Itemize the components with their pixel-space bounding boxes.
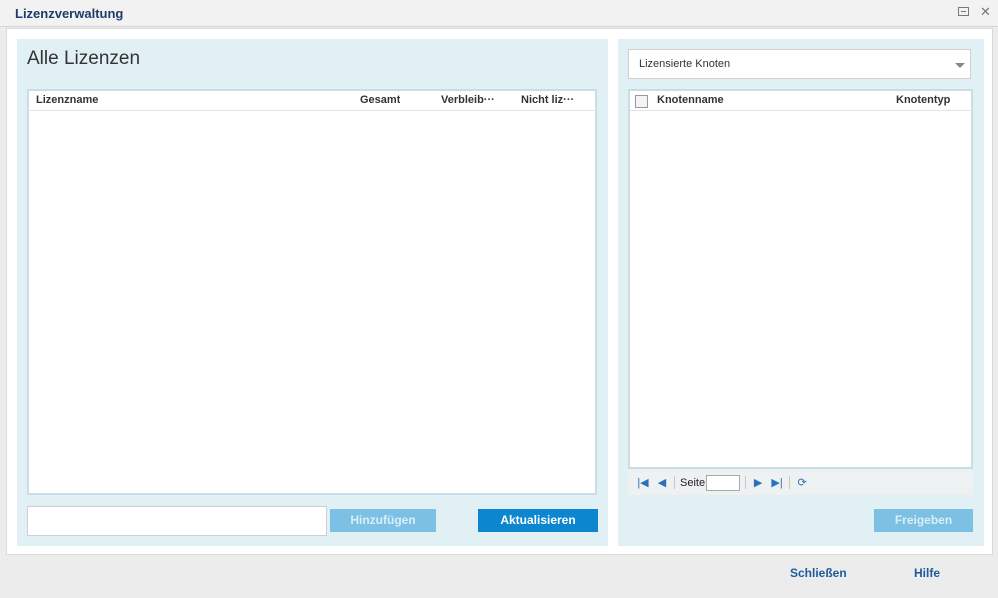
window-controls: ✕ (958, 5, 992, 18)
table-header: Lizenzname Gesamt Verbleib··· Nicht liz·… (29, 91, 595, 111)
column-header-node-type[interactable]: Knotentyp (896, 94, 950, 106)
nodes-table[interactable]: Knotenname Knotentyp (628, 89, 973, 469)
licensed-nodes-panel: Lizensierte Knoten Knotenname Knotentyp … (618, 39, 984, 546)
select-value: Lizensierte Knoten (639, 58, 731, 70)
node-filter-select[interactable]: Lizensierte Knoten (628, 49, 971, 79)
licenses-table[interactable]: Lizenzname Gesamt Verbleib··· Nicht liz·… (27, 89, 597, 495)
pagination-toolbar: |◀ ◀ Seite ▶ ▶| ⟳ (628, 470, 973, 495)
page-label: Seite (680, 476, 706, 489)
divider (674, 476, 675, 489)
dialog-title: Lizenzverwaltung (15, 6, 124, 21)
restore-button[interactable] (958, 5, 971, 18)
column-header-total[interactable]: Gesamt (360, 94, 400, 106)
all-licenses-panel: Alle Lizenzen Lizenzname Gesamt Verbleib… (17, 39, 608, 546)
divider (789, 476, 791, 489)
add-button[interactable]: Hinzufügen (330, 509, 436, 532)
first-page-icon[interactable]: |◀ (636, 476, 650, 489)
column-header-license-name[interactable]: Lizenzname (36, 94, 98, 106)
refresh-icon[interactable]: ⟳ (795, 476, 809, 489)
release-button[interactable]: Freigeben (874, 509, 973, 532)
chevron-down-icon (955, 63, 965, 68)
divider (745, 476, 747, 489)
prev-page-icon[interactable]: ◀ (655, 476, 669, 489)
select-all-checkbox[interactable] (635, 95, 648, 108)
license-input[interactable] (27, 506, 327, 536)
close-icon: ✕ (980, 4, 991, 19)
update-button[interactable]: Aktualisieren (478, 509, 598, 532)
column-header-remaining[interactable]: Verbleib··· (441, 94, 495, 106)
page-number-input[interactable] (706, 474, 741, 491)
close-button[interactable]: Schließen (790, 566, 847, 580)
close-button[interactable]: ✕ (979, 5, 992, 18)
last-page-icon[interactable]: ▶| (770, 476, 784, 489)
table-header: Knotenname Knotentyp (630, 91, 971, 111)
next-page-icon[interactable]: ▶ (751, 476, 765, 489)
help-button[interactable]: Hilfe (914, 566, 940, 580)
panel-title: Alle Lizenzen (27, 48, 141, 69)
restore-icon (958, 7, 969, 16)
dialog-content: Alle Lizenzen Lizenzname Gesamt Verbleib… (6, 28, 993, 555)
column-header-unlicensed[interactable]: Nicht liz··· (521, 94, 574, 106)
column-header-node-name[interactable]: Knotenname (657, 94, 724, 106)
dialog-titlebar: Lizenzverwaltung ✕ (0, 0, 998, 27)
